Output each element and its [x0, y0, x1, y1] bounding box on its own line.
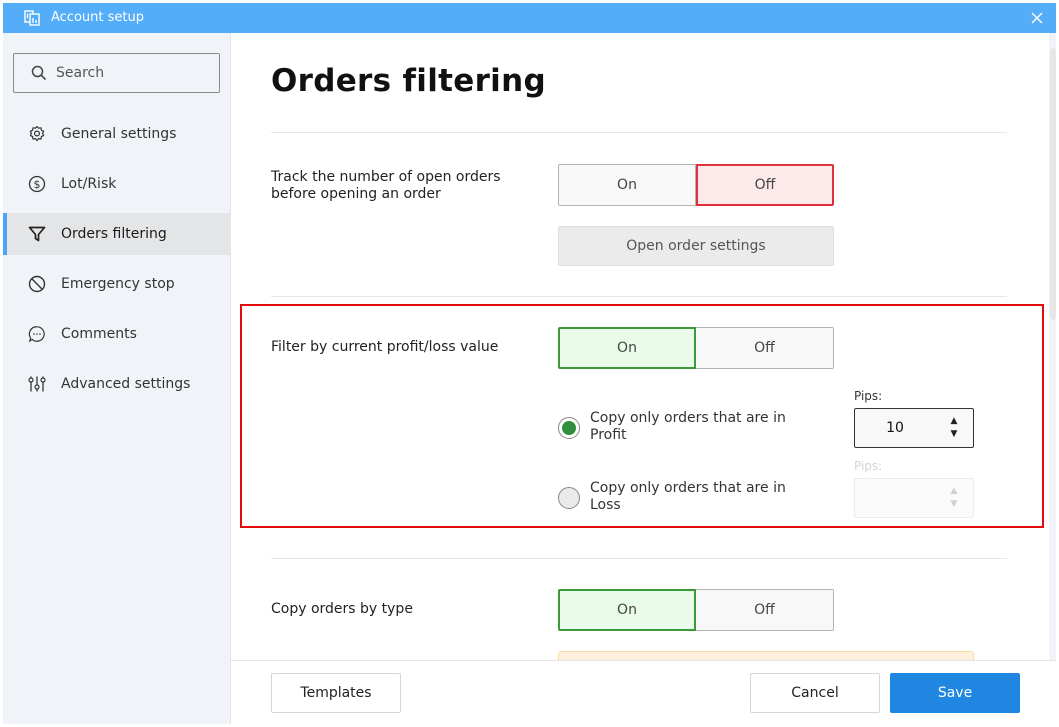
- sliders-icon: [28, 376, 46, 392]
- cancel-button[interactable]: Cancel: [750, 673, 880, 713]
- sidebar-nav: General settings $ Lot/Risk Orders filte…: [3, 113, 230, 413]
- window-title: Account setup: [51, 10, 144, 25]
- toggle-on-button[interactable]: On: [558, 589, 696, 631]
- sidebar-item-lot-risk[interactable]: $ Lot/Risk: [3, 163, 230, 205]
- search-box[interactable]: [13, 53, 220, 93]
- toggle-off-button[interactable]: Off: [696, 589, 834, 631]
- toggle-on-button[interactable]: On: [558, 327, 696, 369]
- sidebar-item-orders-filtering[interactable]: Orders filtering: [3, 213, 230, 255]
- copy-trade-icon: [24, 10, 40, 26]
- track-open-orders-label: Track the number of open orders before o…: [271, 169, 501, 202]
- profit-pips-label: Pips:: [854, 389, 883, 403]
- dollar-circle-icon: $: [28, 175, 46, 193]
- divider: [271, 132, 1007, 133]
- sidebar-item-label: Advanced settings: [61, 376, 191, 392]
- sidebar-item-label: Lot/Risk: [61, 176, 117, 192]
- sidebar-item-label: Comments: [61, 326, 137, 342]
- templates-button[interactable]: Templates: [271, 673, 401, 713]
- toggle-on-button[interactable]: On: [558, 164, 696, 206]
- toggle-off-button[interactable]: Off: [696, 164, 834, 206]
- search-input[interactable]: [56, 65, 206, 81]
- chat-bubble-icon: [28, 326, 45, 343]
- sidebar-item-label: Orders filtering: [61, 226, 167, 242]
- loss-radio[interactable]: [558, 487, 580, 509]
- loss-pips-value: [855, 479, 935, 517]
- profit-option[interactable]: Copy only orders that are in Profit: [558, 410, 810, 444]
- increment-arrow-icon[interactable]: ▲: [951, 415, 958, 428]
- copy-by-type-label: Copy orders by type: [271, 601, 413, 617]
- close-icon[interactable]: [1028, 9, 1046, 27]
- profit-radio[interactable]: [558, 417, 580, 439]
- filter-profit-loss-toggle: On Off: [558, 327, 834, 369]
- scrollbar[interactable]: [1049, 33, 1056, 660]
- filter-icon: [28, 226, 46, 242]
- loss-option-label: Copy only orders that are in Loss: [590, 480, 786, 513]
- decrement-arrow-icon: ▼: [950, 499, 958, 509]
- sidebar-item-label: General settings: [61, 126, 177, 142]
- prohibited-icon: [28, 275, 46, 293]
- main-content: Orders filtering Track the number of ope…: [231, 33, 1049, 660]
- track-open-orders-toggle: On Off: [558, 164, 834, 206]
- loss-option[interactable]: Copy only orders that are in Loss: [558, 480, 810, 514]
- sidebar-item-advanced-settings[interactable]: Advanced settings: [3, 363, 230, 405]
- footer: Templates Cancel Save: [231, 660, 1056, 724]
- divider: [271, 558, 1007, 559]
- save-button[interactable]: Save: [890, 673, 1020, 713]
- search-icon: [31, 65, 47, 81]
- filter-profit-loss-label: Filter by current profit/loss value: [271, 339, 499, 355]
- profit-pips-stepper[interactable]: 10 ▲ ▼: [854, 408, 974, 448]
- sidebar: General settings $ Lot/Risk Orders filte…: [3, 33, 231, 724]
- title-bar: Account setup: [3, 3, 1056, 33]
- profit-option-label: Copy only orders that are in Profit: [590, 410, 786, 443]
- sidebar-item-general-settings[interactable]: General settings: [3, 113, 230, 155]
- open-order-settings-button[interactable]: Open order settings: [558, 226, 834, 266]
- toggle-off-button[interactable]: Off: [696, 327, 834, 369]
- sidebar-item-label: Emergency stop: [61, 276, 175, 292]
- loss-pips-label: Pips:: [854, 459, 883, 473]
- scrollbar-thumb[interactable]: [1050, 48, 1056, 320]
- svg-text:$: $: [34, 178, 41, 191]
- info-notice: [558, 651, 974, 660]
- copy-by-type-toggle: On Off: [558, 589, 834, 631]
- profit-pips-value[interactable]: 10: [855, 409, 935, 447]
- gear-icon: [29, 125, 45, 142]
- divider: [271, 296, 1007, 297]
- loss-pips-stepper: ▲ ▼: [854, 478, 974, 518]
- sidebar-item-comments[interactable]: Comments: [3, 313, 230, 355]
- sidebar-item-emergency-stop[interactable]: Emergency stop: [3, 263, 230, 305]
- page-title: Orders filtering: [271, 63, 546, 99]
- decrement-arrow-icon[interactable]: ▼: [951, 428, 958, 441]
- increment-arrow-icon: ▲: [950, 486, 958, 496]
